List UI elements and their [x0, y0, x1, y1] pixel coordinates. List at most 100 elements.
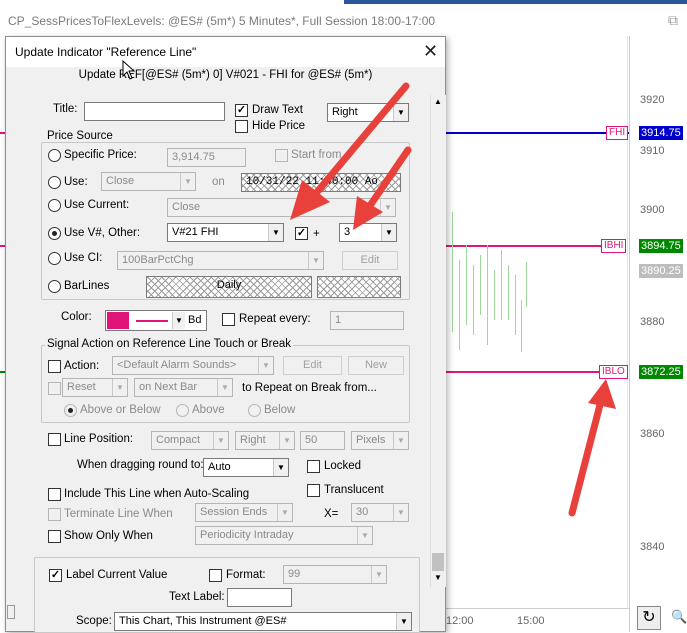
- chevron-down-icon: ▼: [308, 252, 323, 269]
- format-checkbox[interactable]: [209, 569, 222, 582]
- use-ci-value: 100BarPctChg: [122, 254, 194, 266]
- candle: [515, 275, 516, 335]
- candle: [487, 245, 488, 345]
- draw-text-checkbox[interactable]: ✓: [235, 104, 248, 117]
- line-position-side-value: Right: [240, 434, 266, 446]
- label-current-value-checkbox[interactable]: ✓: [49, 569, 62, 582]
- use-v-label: Use V#, Other:: [64, 227, 141, 239]
- specific-price-radio[interactable]: [48, 149, 61, 162]
- above-or-below-radio[interactable]: [64, 404, 77, 417]
- hide-price-checkbox[interactable]: [235, 120, 248, 133]
- action-value: <Default Alarm Sounds>: [117, 359, 237, 371]
- use-ci-edit-button[interactable]: Edit: [342, 251, 398, 270]
- use-ci-select[interactable]: 100BarPctChg ▼: [117, 251, 324, 270]
- terminate-x-select[interactable]: 30 ▼: [351, 503, 409, 522]
- dialog-scrollbar[interactable]: ▲ ▼: [430, 95, 446, 587]
- action-edit-button[interactable]: Edit: [283, 356, 342, 375]
- window-accent-bar: [344, 0, 687, 4]
- ibhi-price-label: 3894.75: [639, 239, 683, 253]
- chevron-down-icon: ▼: [180, 173, 195, 190]
- use-ci-label: Use CI:: [64, 252, 103, 264]
- use-radio[interactable]: [48, 176, 61, 189]
- action-new-button[interactable]: New: [348, 356, 404, 375]
- above-radio[interactable]: [176, 404, 189, 417]
- show-only-when-checkbox[interactable]: [48, 530, 61, 543]
- text-label-label: Text Label:: [169, 591, 225, 603]
- scroll-down-icon[interactable]: ▼: [434, 573, 442, 582]
- candle: [501, 250, 502, 320]
- chevron-down-icon: ▼: [277, 504, 292, 521]
- use-current-radio[interactable]: [48, 199, 61, 212]
- time-axis[interactable]: 12:00 15:00: [445, 608, 629, 632]
- line-position-unit-select[interactable]: Pixels ▼: [351, 431, 409, 450]
- chart-titlebar: CP_SessPricesToFlexLevels: @ES# (5m*) 5 …: [0, 0, 687, 40]
- use-ci-radio[interactable]: [48, 252, 61, 265]
- title-input[interactable]: [84, 102, 225, 121]
- show-only-when-select[interactable]: Periodicity Intraday ▼: [195, 526, 373, 545]
- close-icon[interactable]: ✕: [423, 41, 438, 62]
- iblo-line[interactable]: [446, 371, 601, 373]
- locked-checkbox[interactable]: [307, 460, 320, 473]
- price-source-title: Price Source: [45, 130, 115, 142]
- candle: [473, 265, 474, 335]
- barlines-extra-field[interactable]: [317, 276, 401, 298]
- fhi-line[interactable]: [446, 132, 606, 134]
- format-select[interactable]: 99 ▼: [283, 565, 387, 584]
- repeat-every-input[interactable]: 1: [330, 311, 404, 330]
- chevron-down-icon: ▼: [213, 432, 228, 449]
- terminate-label: Terminate Line When: [64, 508, 173, 520]
- format-label: Format:: [226, 569, 266, 581]
- use-v-select[interactable]: V#21 FHI ▼: [167, 223, 284, 242]
- translucent-checkbox[interactable]: [307, 484, 320, 497]
- on-next-bar-select[interactable]: on Next Bar ▼: [134, 378, 233, 397]
- chevron-down-icon: ▼: [371, 566, 386, 583]
- locked-label: Locked: [324, 460, 362, 472]
- format-value: 99: [288, 568, 301, 580]
- action-checkbox[interactable]: [48, 360, 61, 373]
- dragging-select[interactable]: Auto ▼: [203, 458, 289, 477]
- candle: [459, 260, 460, 350]
- scroll-thumb[interactable]: [432, 553, 444, 571]
- barlines-daily-field[interactable]: Daily: [146, 276, 312, 298]
- annotation-arrow-offset: [353, 146, 412, 230]
- chevron-down-icon: ▼: [268, 224, 283, 241]
- text-label-input[interactable]: [227, 588, 292, 607]
- fhi-price-label: 3914.75: [639, 126, 683, 140]
- line-style-preview: [136, 320, 168, 322]
- terminate-checkbox[interactable]: [48, 508, 61, 521]
- use-field-select[interactable]: Close ▼: [101, 172, 196, 191]
- include-autoscale-checkbox[interactable]: [48, 488, 61, 501]
- line-position-mode-select[interactable]: Compact ▼: [151, 431, 229, 450]
- line-position-side-select[interactable]: Right ▼: [235, 431, 295, 450]
- include-autoscale-label: Include This Line when Auto-Scaling: [64, 488, 250, 500]
- mouse-cursor-icon: [122, 60, 136, 80]
- line-position-checkbox[interactable]: [48, 433, 61, 446]
- terminate-x-value: 30: [356, 506, 369, 518]
- chevron-down-icon: ▼: [279, 432, 294, 449]
- last-price-label: 3890.25: [639, 264, 683, 278]
- reset-select[interactable]: Reset ▼: [62, 378, 128, 397]
- ibhi-line[interactable]: [446, 245, 606, 247]
- below-radio[interactable]: [248, 404, 261, 417]
- dialog-title: Update Indicator "Reference Line": [15, 45, 197, 59]
- use-v-radio[interactable]: [48, 227, 61, 240]
- repeat-every-label: Repeat every:: [239, 313, 311, 325]
- side-marker: [7, 605, 15, 619]
- zoom-icon[interactable]: 🔍: [671, 609, 687, 625]
- label-current-value-label: Label Current Value: [66, 569, 168, 581]
- scope-select[interactable]: This Chart, This Instrument @ES# ▼: [114, 612, 412, 631]
- line-position-input[interactable]: 50: [300, 431, 345, 450]
- action-select[interactable]: <Default Alarm Sounds> ▼: [112, 356, 274, 375]
- line-position-unit-value: Pixels: [356, 434, 386, 446]
- repeat-every-checkbox[interactable]: [222, 313, 235, 326]
- scroll-up-icon[interactable]: ▲: [434, 97, 442, 106]
- price-tick: 3900: [640, 204, 665, 216]
- barlines-radio[interactable]: [48, 280, 61, 293]
- window-restore-icon[interactable]: ⧉: [668, 12, 678, 29]
- reset-checkbox[interactable]: [48, 382, 61, 395]
- specific-price-input[interactable]: 3,914.75: [167, 148, 246, 167]
- terminate-select[interactable]: Session Ends ▼: [195, 503, 293, 522]
- color-picker[interactable]: ▼ Bd: [105, 310, 207, 331]
- use-v-plus-checkbox[interactable]: ✓: [295, 227, 308, 240]
- refresh-icon[interactable]: ↻: [637, 606, 661, 630]
